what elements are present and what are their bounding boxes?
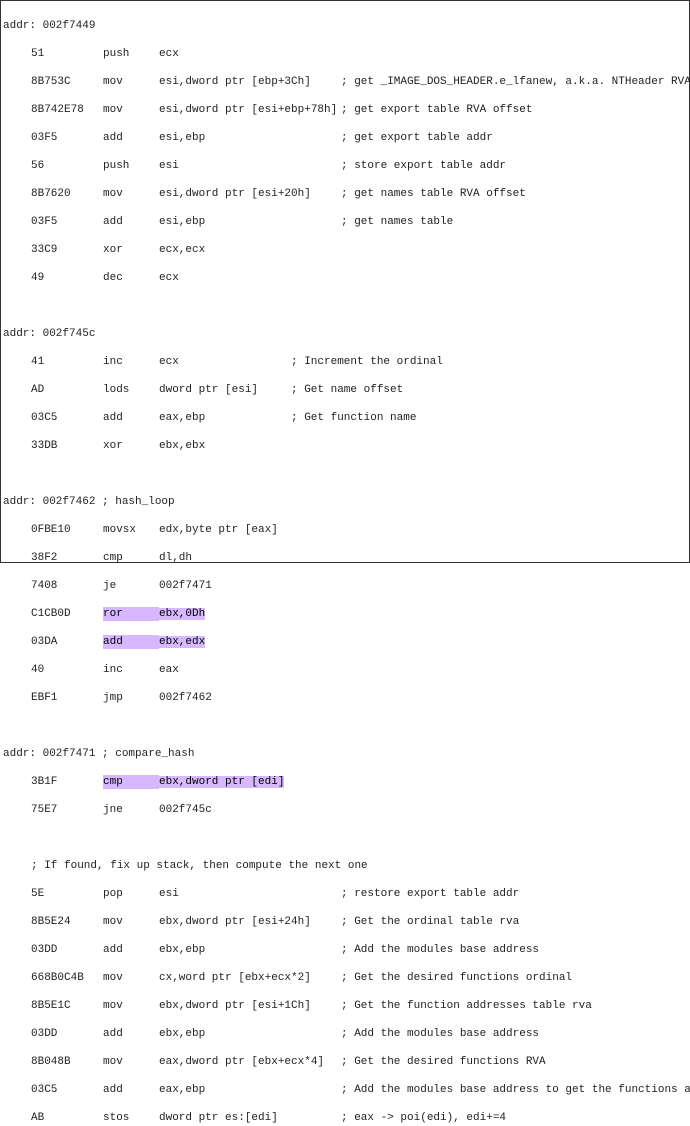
section-addr: addr: 002f7462 ; hash_loop [3, 496, 175, 508]
asm-row: 03F5addesi,ebp; get export table addr [3, 131, 687, 145]
asm-row: 03F5addesi,ebp; get names table [3, 215, 687, 229]
asm-row: 8B753Cmovesi,dword ptr [ebp+3Ch]; get _I… [3, 75, 687, 89]
asm-row: 8B742E78movesi,dword ptr [esi+ebp+78h]; … [3, 103, 687, 117]
disassembly-listing: addr: 002f7449 51pushecx 8B753Cmovesi,dw… [1, 1, 689, 1126]
asm-row: 51pushecx [3, 47, 687, 61]
asm-row-hl: C1CB0Drorebx,0Dh [3, 607, 687, 621]
asm-row: 8B5E1Cmovebx,dword ptr [esi+1Ch]; Get th… [3, 999, 687, 1013]
asm-row: 40inceax [3, 663, 687, 677]
asm-row: 8B7620movesi,dword ptr [esi+20h]; get na… [3, 187, 687, 201]
asm-row: 668B0C4Bmovcx,word ptr [ebx+ecx*2]; Get … [3, 971, 687, 985]
asm-row: ABstosdword ptr es:[edi]; eax -> poi(edi… [3, 1111, 687, 1125]
asm-row: 8B048Bmoveax,dword ptr [ebx+ecx*4]; Get … [3, 1055, 687, 1069]
asm-row: 0FBE10movsxedx,byte ptr [eax] [3, 523, 687, 537]
asm-row: 33DBxorebx,ebx [3, 439, 687, 453]
asm-row: 41incecx; Increment the ordinal [3, 355, 687, 369]
asm-row: 7408je002f7471 [3, 579, 687, 593]
asm-row-hl: 3B1Fcmpebx,dword ptr [edi] [3, 775, 687, 789]
asm-row: 03C5addeax,ebp; Get function name [3, 411, 687, 425]
asm-row: 75E7jne002f745c [3, 803, 687, 817]
asm-row: 33C9xorecx,ecx [3, 243, 687, 257]
asm-row: 56pushesi; store export table addr [3, 159, 687, 173]
asm-row: 8B5E24movebx,dword ptr [esi+24h]; Get th… [3, 915, 687, 929]
asm-row: ADlodsdword ptr [esi]; Get name offset [3, 383, 687, 397]
asm-row: 03C5addeax,ebp; Add the modules base add… [3, 1083, 687, 1097]
section-addr: addr: 002f7471 ; compare_hash [3, 748, 194, 760]
block-comment: ; If found, fix up stack, then compute t… [3, 859, 687, 873]
asm-row: 03DDaddebx,ebp; Add the modules base add… [3, 1027, 687, 1041]
asm-row: 49dececx [3, 271, 687, 285]
section-addr: addr: 002f745c [3, 328, 95, 340]
section-addr: addr: 002f7449 [3, 20, 95, 32]
asm-row-hl: 03DAaddebx,edx [3, 635, 687, 649]
asm-row: EBF1jmp002f7462 [3, 691, 687, 705]
asm-row: 5Epopesi; restore export table addr [3, 887, 687, 901]
asm-row: 03DDaddebx,ebp; Add the modules base add… [3, 943, 687, 957]
